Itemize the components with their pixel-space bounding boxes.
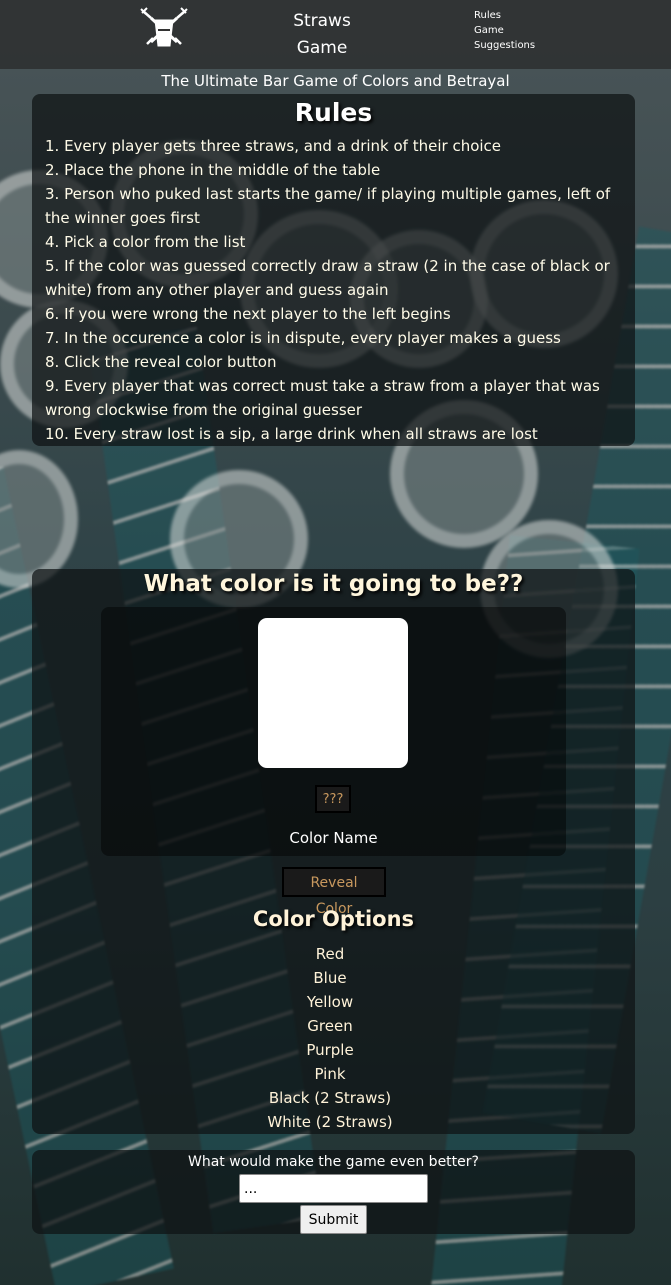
submit-button[interactable]: Submit: [300, 1205, 367, 1234]
rules-panel: Rules 1. Every player gets three straws,…: [32, 94, 635, 446]
main-nav: Rules Game Suggestions: [474, 8, 535, 53]
rules-title: Rules: [294, 98, 373, 127]
reveal-area: ??? Color Name: [101, 607, 566, 856]
rule-item: 3. Person who puked last starts the game…: [45, 185, 611, 227]
color-option-pink: Pink: [314, 1065, 346, 1083]
rule-item: 2. Place the phone in the middle of the …: [45, 161, 381, 179]
rule-item: 9. Every player that was correct must ta…: [45, 377, 600, 419]
rules-list: 1. Every player gets three straws, and a…: [32, 128, 620, 446]
color-option-white: White (2 Straws): [267, 1113, 393, 1131]
top-header: Straws Game Rules Game Suggestions: [0, 0, 671, 69]
game-panel: What color is it going to be?? ??? Color…: [32, 569, 635, 1134]
color-option-blue: Blue: [313, 969, 347, 987]
rule-item: 5. If the color was guessed correctly dr…: [45, 257, 610, 299]
color-name-label: Color Name: [289, 829, 378, 847]
color-option-purple: Purple: [306, 1041, 354, 1059]
rule-item: 4. Pick a color from the list: [45, 233, 246, 251]
color-option-yellow: Yellow: [306, 993, 354, 1011]
rule-item: 1. Every player gets three straws, and a…: [45, 137, 502, 155]
suggestion-input[interactable]: [239, 1174, 428, 1203]
suggestions-panel: What would make the game even better? Su…: [32, 1150, 635, 1234]
rule-item: 7. In the occurence a color is in disput…: [45, 329, 561, 347]
tagline: The Ultimate Bar Game of Colors and Betr…: [161, 72, 510, 90]
rule-item: 10. Every straw lost is a sip, a large d…: [45, 425, 538, 443]
color-option-black: Black (2 Straws): [268, 1089, 392, 1107]
color-options-title: Color Options: [252, 907, 415, 931]
site-title: Straws Game: [282, 8, 362, 62]
site-title-line2: Game: [296, 38, 348, 58]
color-options-list: Red Blue Yellow Green Purple Pink Black …: [32, 942, 628, 1134]
rule-item: 6. If you were wrong the next player to …: [45, 305, 451, 323]
color-option-green: Green: [307, 1017, 353, 1035]
rule-item: 8. Click the reveal color button: [45, 353, 277, 371]
site-title-line1: Straws: [293, 11, 351, 31]
color-swatch: [258, 618, 408, 768]
nav-link-suggestions[interactable]: Suggestions: [474, 38, 535, 53]
game-title: What color is it going to be??: [143, 571, 524, 597]
suggestion-question: What would make the game even better?: [188, 1154, 479, 1170]
color-option-red: Red: [315, 945, 345, 963]
reveal-color-button[interactable]: Reveal Color: [282, 867, 386, 917]
nav-link-game[interactable]: Game: [474, 23, 535, 38]
nav-link-rules[interactable]: Rules: [474, 8, 535, 23]
hidden-color-label: ???: [315, 785, 351, 813]
crossed-straws-cup-icon[interactable]: [139, 6, 189, 50]
